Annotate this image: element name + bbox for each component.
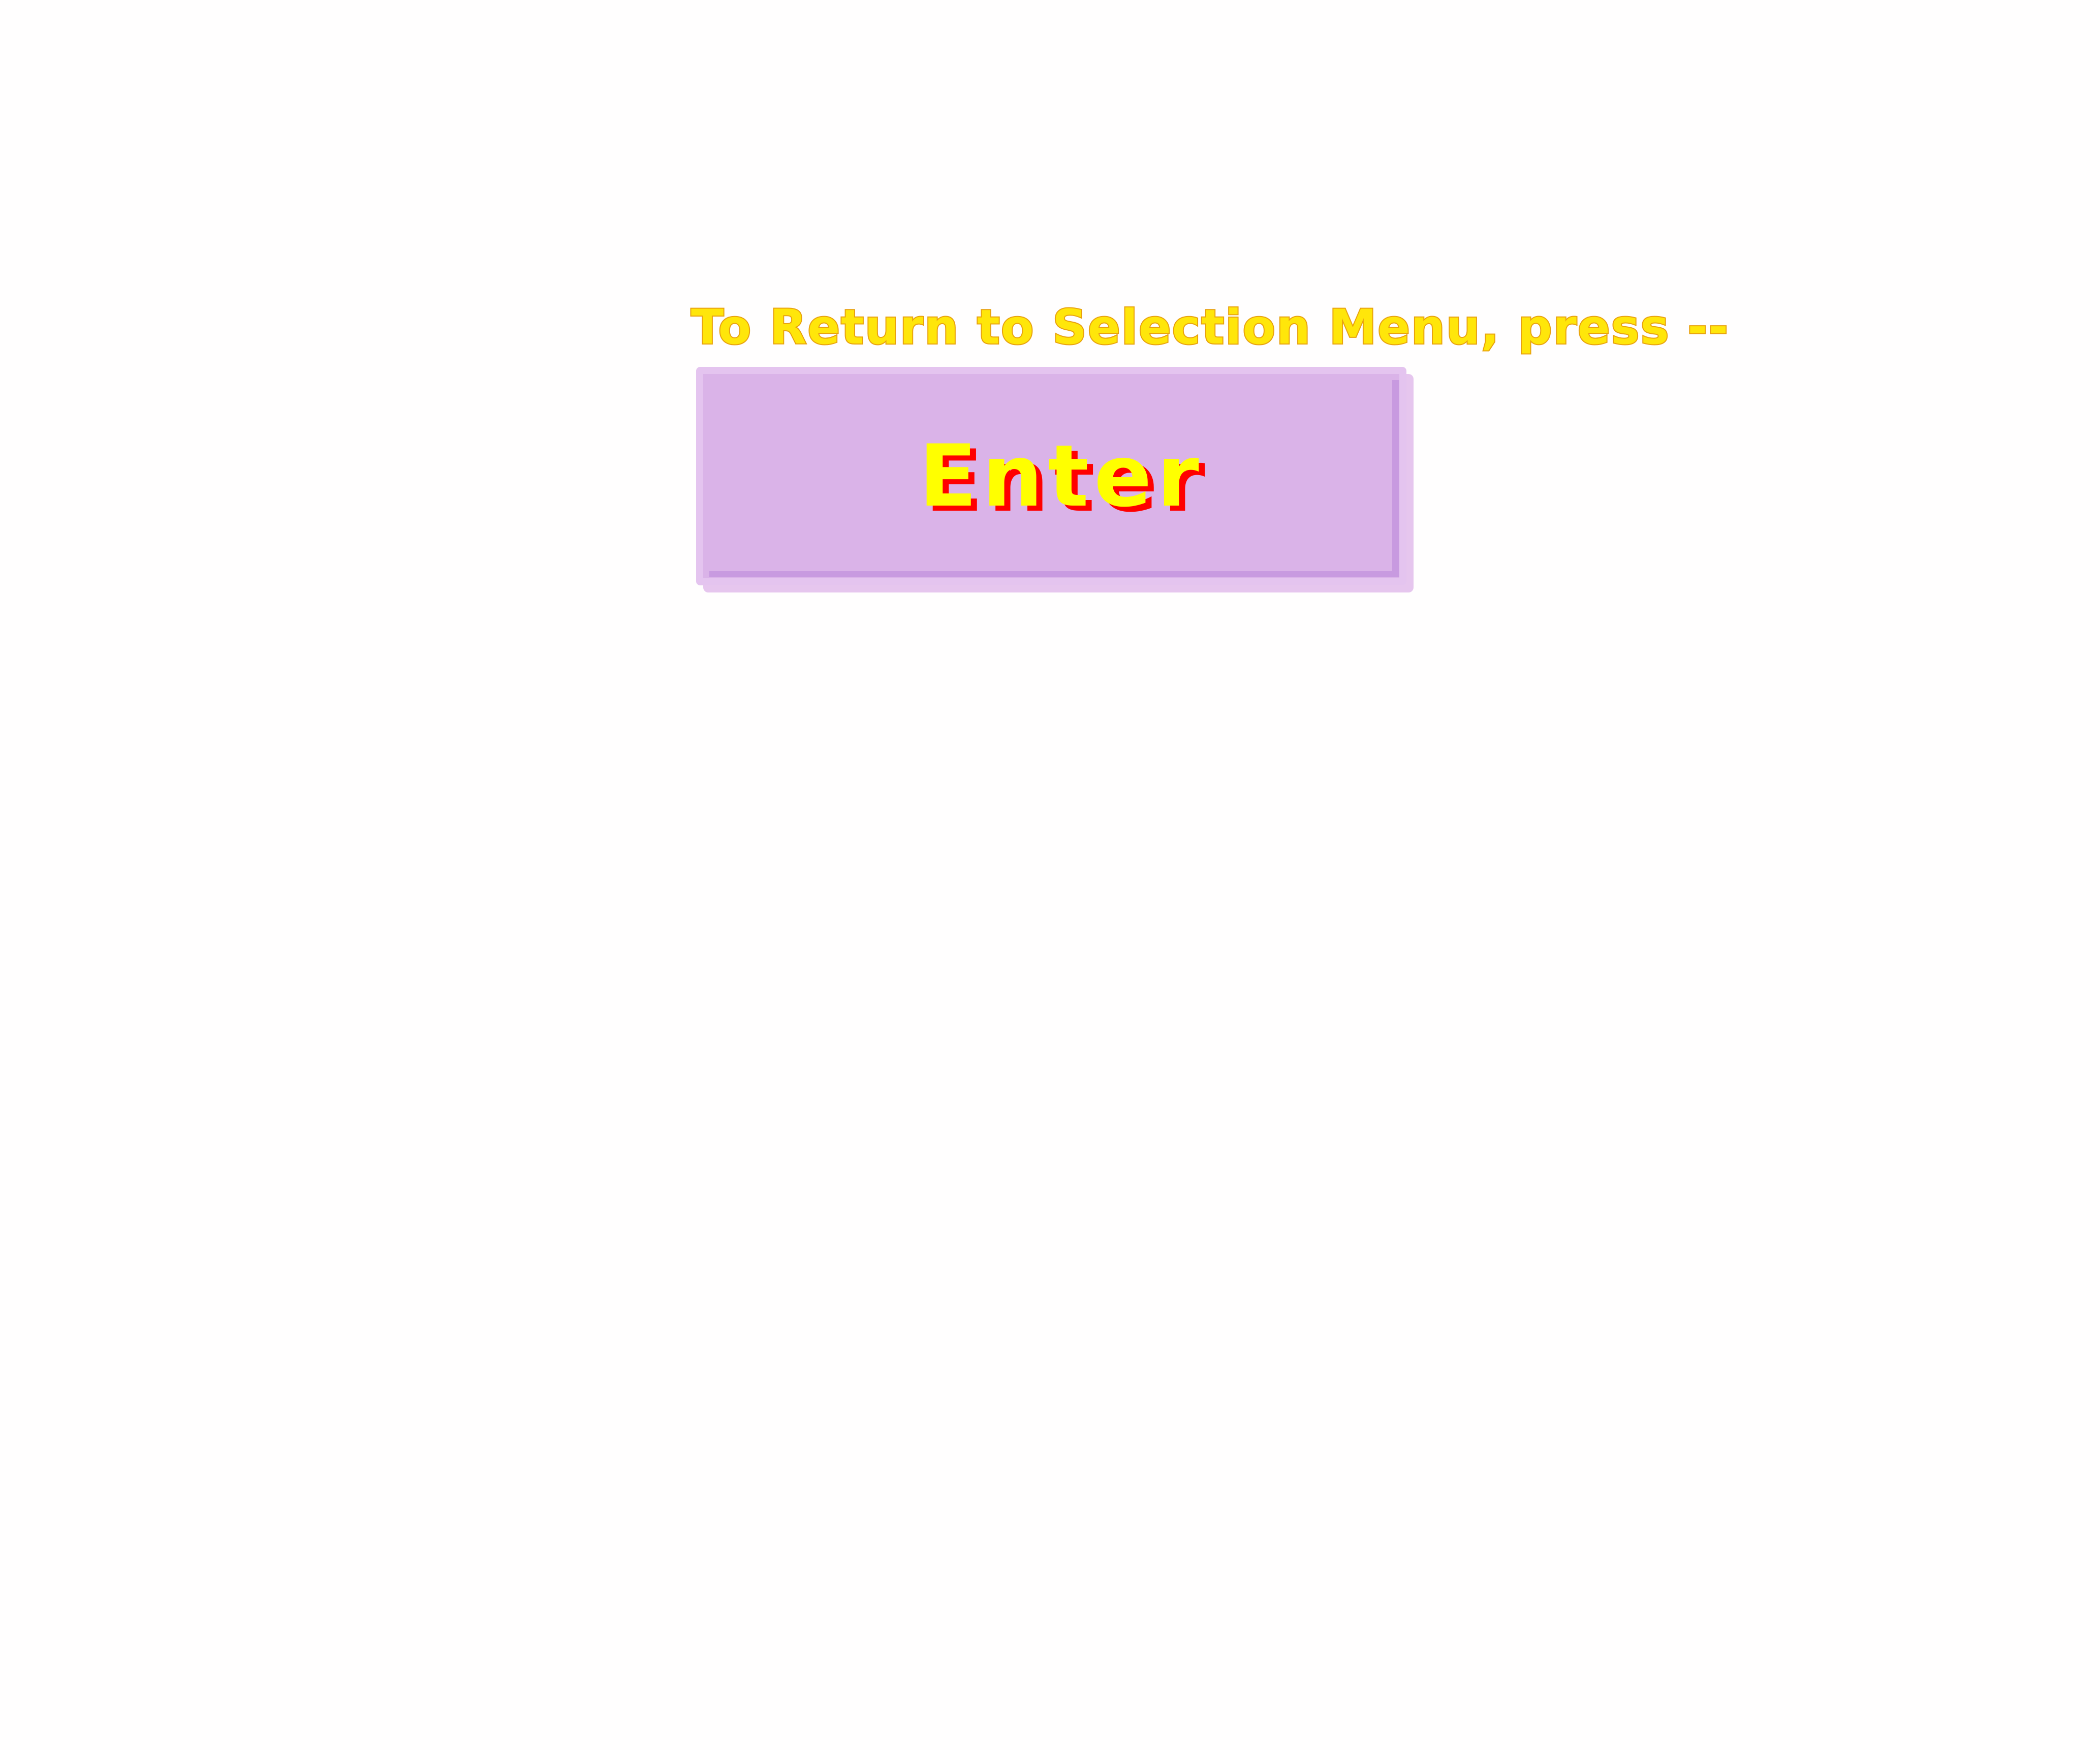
- enter-button[interactable]: Enter: [696, 367, 1414, 593]
- return-instruction: To Return to Selection Menu, press --: [690, 299, 1730, 356]
- enter-button-label: Enter: [919, 426, 1204, 526]
